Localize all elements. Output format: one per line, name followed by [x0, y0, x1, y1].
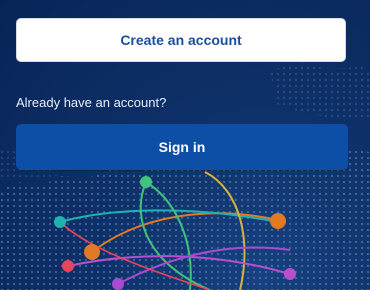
- already-have-account-text: Already have an account?: [16, 95, 167, 110]
- node-green-top: [140, 176, 152, 188]
- sign-in-button[interactable]: Sign in: [16, 124, 348, 170]
- node-teal-left: [54, 216, 66, 228]
- node-orange-left: [84, 244, 100, 260]
- create-account-button[interactable]: Create an account: [16, 18, 346, 62]
- node-red-left: [62, 260, 74, 272]
- node-purple-bottom: [112, 278, 124, 290]
- node-purple-right: [284, 268, 296, 280]
- node-orange-right: [270, 213, 286, 229]
